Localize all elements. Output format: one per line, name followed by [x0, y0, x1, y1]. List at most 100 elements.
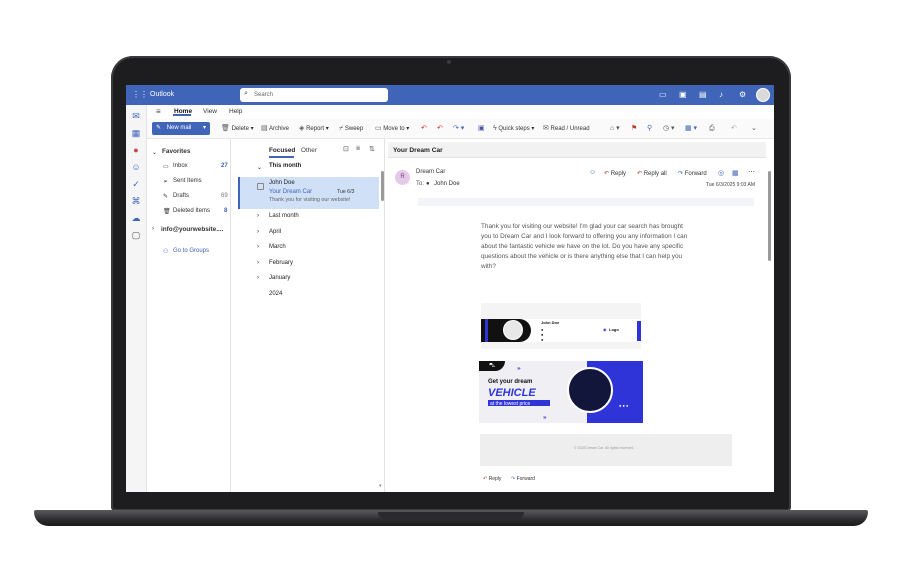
forward-icon[interactable]: ↷ ▾ — [453, 119, 464, 139]
tab-help[interactable]: Help — [229, 108, 242, 115]
reading-scrollbar[interactable] — [768, 171, 771, 261]
forward-button[interactable]: ↷ Forward — [678, 170, 707, 177]
archive-icon: ▤ — [261, 125, 268, 132]
signature-photo — [503, 320, 523, 340]
tab-view[interactable]: View — [203, 108, 217, 115]
bottom-reply-button[interactable]: ↶ Reply — [483, 476, 501, 482]
group-this-month[interactable]: This month — [269, 163, 301, 169]
sort-icon[interactable]: ⇅ — [369, 145, 375, 153]
account-header[interactable]: info@yourwebsite.... — [161, 226, 223, 233]
group-april[interactable]: April — [269, 229, 281, 235]
scroll-down-icon[interactable]: ▾ — [379, 483, 382, 489]
signature-right-accent — [637, 321, 641, 341]
delete-button[interactable]: 🗑 Delete ▾ — [221, 119, 254, 139]
todo-icon[interactable]: ✓ — [131, 179, 141, 189]
group-2024[interactable]: 2024 — [269, 291, 282, 297]
clock-icon[interactable]: ◷ ▾ — [663, 119, 675, 139]
chevron-right-icon[interactable]: › — [257, 213, 259, 219]
chevron-right-icon[interactable]: › — [257, 229, 259, 235]
meet-icon[interactable]: ▭ — [659, 90, 667, 100]
sweep-button[interactable]: ⌿ Sweep — [339, 119, 363, 139]
group-january[interactable]: January — [269, 275, 290, 281]
filter-icon[interactable]: ⩸ — [356, 145, 360, 153]
inbox-icon: ▭ — [163, 164, 169, 170]
tag-icon[interactable]: ⌂ ▾ — [610, 119, 620, 139]
smiley-icon[interactable]: ☺ — [589, 169, 596, 176]
new-mail-button[interactable]: ✎ New mail ▾ — [152, 122, 210, 135]
flag-icon[interactable]: ⚑ — [631, 119, 637, 139]
undo-icon[interactable]: ↶ — [421, 119, 427, 139]
send-icon: ➢ — [163, 179, 169, 185]
report-button[interactable]: ◈ Report ▾ — [299, 119, 329, 139]
org-icon[interactable]: ⌘ — [131, 196, 141, 206]
group-march[interactable]: March — [269, 244, 286, 250]
search-input[interactable]: ⌕ Search — [240, 88, 388, 102]
read-unread-button[interactable]: ✉ Read / Unread — [543, 119, 590, 139]
lightning-icon: ϟ — [493, 125, 497, 132]
chevron-down-icon[interactable]: ⌄ — [257, 164, 262, 171]
move-to-button[interactable]: ▭ Move to ▾ — [375, 119, 409, 139]
sender-name[interactable]: Dream Car — [416, 169, 445, 175]
quick-steps-button[interactable]: ϟ Quick steps ▾ — [493, 119, 534, 139]
chevron-down-icon[interactable]: ▾ — [203, 122, 206, 135]
car-icon: ⛍ — [489, 363, 496, 369]
group-last-month[interactable]: Last month — [269, 213, 299, 219]
more-options-icon[interactable]: ⋯ — [748, 168, 755, 176]
chevron-right-icon[interactable]: › — [257, 244, 259, 250]
chevron-right-icon[interactable]: › — [152, 226, 154, 232]
laptop-camera — [447, 60, 451, 64]
folder-drafts[interactable]: Drafts — [173, 193, 189, 199]
hamburger-icon[interactable]: ≡ — [156, 107, 161, 116]
app-launcher-icon[interactable]: ⋮⋮ — [132, 90, 148, 100]
chevron-down-icon[interactable]: ⌄ — [152, 149, 157, 156]
more-icon[interactable]: ⌄ — [751, 119, 757, 139]
teams-share-icon[interactable]: ▣ — [478, 119, 485, 139]
calendar-icon[interactable]: ▦ — [131, 128, 141, 138]
onedrive-icon[interactable]: ☁ — [131, 213, 141, 223]
tab-focused[interactable]: Focused — [269, 147, 295, 154]
scrollbar[interactable] — [381, 171, 384, 201]
selected-indicator — [238, 177, 240, 209]
grid-icon[interactable]: ▦ — [732, 169, 739, 177]
archive-button[interactable]: ▤ Archive — [261, 119, 289, 139]
copilot-icon[interactable]: ● — [131, 145, 141, 155]
quick-steps-label: Quick steps — [498, 126, 530, 132]
favorites-header[interactable]: Favorites — [162, 148, 190, 155]
notes-icon[interactable]: ▤ — [699, 90, 707, 100]
bottom-forward-label: Forward — [516, 476, 535, 482]
trash-icon: 🗑 — [221, 125, 230, 132]
tab-other[interactable]: Other — [301, 147, 317, 154]
gear-icon[interactable]: ⚙ — [739, 90, 746, 100]
folder-deleted-items[interactable]: Deleted Items — [173, 208, 210, 214]
reply-all-button[interactable]: ↶ Reply all — [637, 170, 667, 177]
bottom-forward-button[interactable]: ↷ Forward — [511, 476, 535, 482]
top-bar: ⋮⋮ Outlook ⌕ Search ▭ ▣ ▤ ♪ ⚙ — [126, 85, 774, 105]
summary-icon[interactable]: ◎ — [718, 169, 724, 177]
bell-icon[interactable]: ♪ — [719, 90, 723, 100]
reply-all-icon[interactable]: ↶ — [437, 119, 443, 139]
teams-icon[interactable]: ▣ — [679, 90, 687, 100]
select-icon[interactable]: ⊡ — [343, 145, 349, 153]
go-to-groups-link[interactable]: Go to Groups — [173, 248, 209, 254]
folder-sent-items[interactable]: Sent Items — [173, 178, 202, 184]
delete-label: Delete — [231, 126, 249, 132]
reading-subject: Your Dream Car — [393, 146, 443, 154]
recipient-name[interactable]: John Doe — [434, 181, 460, 187]
people-icon[interactable]: ☺ — [131, 162, 141, 172]
rules-icon[interactable]: ▦ ▾ — [685, 119, 697, 139]
trash-icon: 🗑 — [163, 209, 171, 215]
chevron-right-icon[interactable]: › — [257, 275, 259, 281]
web-icon: ● — [541, 337, 544, 342]
folder-inbox[interactable]: Inbox — [173, 163, 188, 169]
group-february[interactable]: February — [269, 260, 293, 266]
undo-action-icon[interactable]: ↶ — [731, 119, 737, 139]
mail-icon[interactable]: ✉ — [131, 111, 141, 121]
select-checkbox[interactable] — [257, 183, 264, 190]
avatar[interactable] — [756, 88, 770, 102]
message-date: Tue 6/3 — [337, 189, 355, 195]
chevron-right-icon[interactable]: › — [257, 260, 259, 266]
reply-button[interactable]: ↶ Reply — [604, 170, 626, 177]
apps-icon[interactable]: ▢ — [131, 230, 141, 240]
print-icon[interactable]: ⎙ — [709, 119, 715, 139]
pin-icon[interactable]: ⚲ — [647, 119, 652, 139]
